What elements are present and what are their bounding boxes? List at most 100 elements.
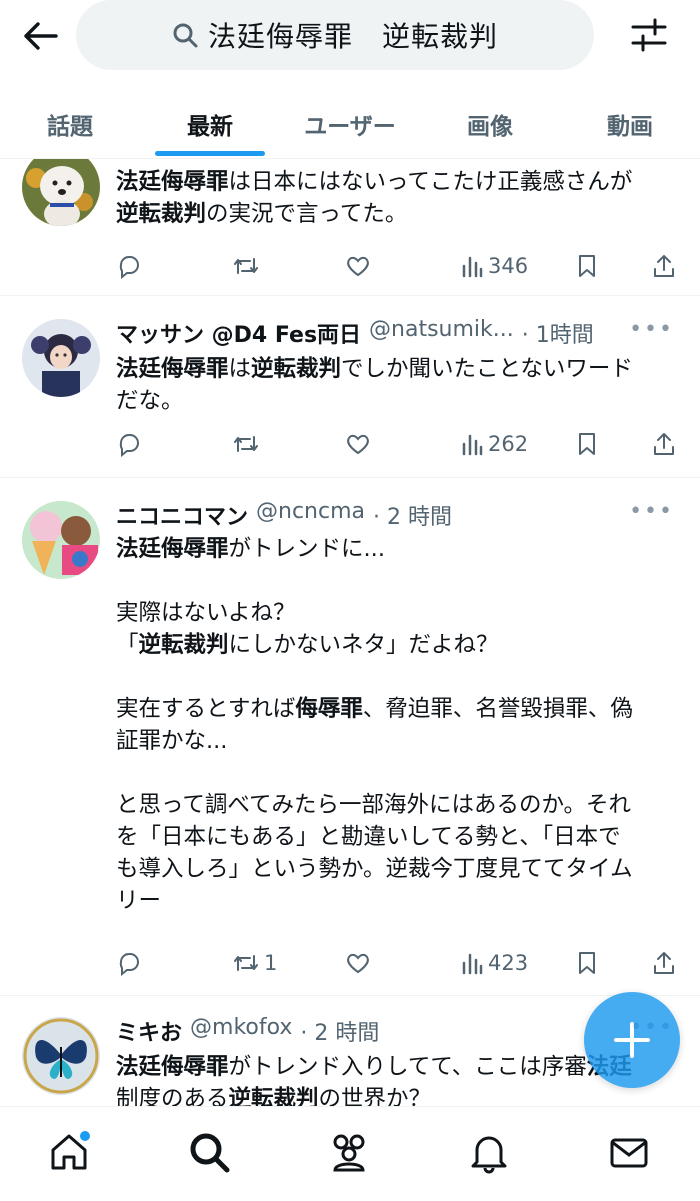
share-button[interactable]	[652, 250, 676, 282]
tab-label: 画像	[467, 114, 513, 140]
nav-home[interactable]	[44, 1127, 94, 1177]
heart-icon	[347, 953, 369, 974]
bookmark-button[interactable]	[576, 428, 598, 460]
search-filter-button[interactable]	[624, 12, 674, 58]
arrow-left-icon	[24, 22, 58, 50]
share-icon	[654, 255, 674, 277]
tweet-time[interactable]: · 2 時間	[373, 499, 452, 531]
views-button[interactable]: 262	[460, 428, 528, 460]
nav-notifications[interactable]	[464, 1127, 514, 1177]
reply-button[interactable]	[116, 250, 142, 282]
views-icon	[462, 953, 483, 975]
like-button[interactable]	[344, 428, 372, 460]
share-button[interactable]	[652, 428, 676, 460]
more-options-button[interactable]: •••	[629, 499, 674, 524]
nav-explore[interactable]	[184, 1127, 234, 1177]
user-handle[interactable]: @ncncma	[256, 499, 365, 531]
tweet[interactable]: ニコニコマン @ncncma · 2 時間 ••• 法廷侮辱罪がトレンドに...…	[0, 477, 700, 996]
like-button[interactable]	[344, 250, 372, 282]
highlighted-keyword: 逆転裁判	[251, 356, 342, 382]
retweet-button[interactable]	[232, 250, 260, 282]
tab-label: 動画	[607, 114, 653, 140]
search-icon	[173, 23, 198, 48]
back-button[interactable]	[18, 14, 62, 58]
retweet-icon	[234, 258, 258, 274]
tweet-actions: 1 423	[116, 947, 676, 979]
search-tabs: 話題 最新 ユーザー 画像 動画	[0, 92, 700, 156]
communities-icon	[333, 1134, 365, 1172]
user-name[interactable]: ニコニコマン	[116, 499, 248, 531]
reply-button[interactable]	[116, 428, 142, 460]
tab-images[interactable]: 画像	[420, 92, 560, 156]
avatar[interactable]	[22, 501, 100, 579]
retweet-icon	[234, 955, 258, 971]
share-icon	[654, 433, 674, 455]
user-name[interactable]: ミキお	[116, 1015, 182, 1047]
share-button[interactable]	[652, 947, 676, 979]
retweet-icon	[234, 436, 258, 452]
tweet-text: 法廷侮辱罪は逆転裁判でしか聞いたことないワード だな。	[116, 353, 686, 417]
user-handle[interactable]: @natsumik...	[369, 317, 514, 349]
tweet-text-run: の世界か？	[318, 1086, 432, 1106]
highlighted-keyword: 侮辱罪	[295, 696, 363, 722]
tweet-text: 法廷侮辱罪がトレンドに... 実際はないよね？ 「逆転裁判にしかないネタ」だよね…	[116, 533, 686, 917]
search-icon	[190, 1133, 230, 1173]
views-button[interactable]: 423	[460, 947, 528, 979]
user-handle[interactable]: @mkofox	[190, 1015, 292, 1047]
timeline-feed: 法廷侮辱罪は日本にはないってこたけ正義感さんが 逆転裁判の実況で言ってた。 34…	[0, 158, 700, 1106]
highlighted-keyword: 逆転裁判	[228, 1086, 319, 1106]
tab-topics[interactable]: 話題	[0, 92, 140, 156]
tweet-time[interactable]: · 1時間	[522, 317, 594, 349]
retweet-count: 1	[264, 951, 278, 975]
home-icon	[51, 1131, 90, 1170]
tab-users[interactable]: ユーザー	[280, 92, 420, 156]
nav-communities[interactable]	[324, 1127, 374, 1177]
highlighted-keyword: 逆転裁判	[138, 632, 229, 658]
avatar[interactable]	[22, 319, 100, 397]
highlighted-keyword: 法廷侮辱罪	[116, 356, 229, 382]
bookmark-button[interactable]	[576, 250, 598, 282]
user-name[interactable]: マッサン @D4 Fes両日	[116, 317, 361, 349]
views-icon	[462, 256, 483, 278]
views-count: 346	[488, 254, 529, 278]
top-header: 法廷侮辱罪 逆転裁判 話題 最新 ユーザー 画像 動画	[0, 0, 700, 159]
views-icon	[462, 434, 483, 456]
tweet[interactable]: 法廷侮辱罪は日本にはないってこたけ正義感さんが 逆転裁判の実況で言ってた。 34…	[0, 158, 700, 296]
compose-button[interactable]	[584, 992, 680, 1088]
reply-button[interactable]	[116, 947, 142, 979]
heart-icon	[347, 434, 369, 455]
tweet-text-run: は	[228, 356, 252, 382]
like-button[interactable]	[344, 947, 372, 979]
tab-latest[interactable]: 最新	[140, 92, 280, 156]
highlighted-keyword: 法廷侮辱罪	[116, 1054, 229, 1080]
tab-label: ユーザー	[304, 114, 396, 140]
plus-icon	[614, 1022, 650, 1058]
views-count: 262	[488, 432, 529, 456]
anime-avatar-image	[22, 319, 100, 397]
views-button[interactable]: 346	[460, 250, 528, 282]
tweet-text-run: 、脅迫罪、名誉毀損罪、偽 証罪かな... と思って調べてみたら一部海外にはあるの…	[116, 696, 633, 914]
bookmark-button[interactable]	[576, 947, 598, 979]
tweet[interactable]: マッサン @D4 Fes両日 @natsumik... · 1時間 ••• 法廷…	[0, 295, 700, 478]
tweet-text-run: がトレンド入りしてて、ここは序審	[228, 1054, 587, 1080]
nav-messages[interactable]	[604, 1127, 654, 1177]
avatar[interactable]	[22, 1017, 100, 1095]
avatar[interactable]	[22, 158, 100, 226]
tweet-text-run: 制度のある	[116, 1086, 229, 1106]
bookmark-icon	[579, 433, 595, 455]
more-options-button[interactable]: •••	[629, 317, 674, 342]
heart-icon	[347, 256, 369, 277]
dog-avatar-image	[22, 158, 100, 226]
tweet-text-run: は日本にはないってこたけ正義感さんが	[228, 169, 633, 195]
tweet-time[interactable]: · 2 時間	[300, 1015, 379, 1047]
retweet-button[interactable]: 1	[232, 947, 277, 979]
filter-sliders-icon	[631, 18, 667, 52]
highlighted-keyword: 法廷侮辱罪	[116, 536, 229, 562]
tab-videos[interactable]: 動画	[560, 92, 700, 156]
tweet-header: ミキお @mkofox · 2 時間	[116, 1015, 379, 1047]
retweet-button[interactable]	[232, 428, 260, 460]
butterfly-avatar-image	[22, 1017, 100, 1095]
search-query: 法廷侮辱罪 逆転裁判	[207, 20, 498, 53]
reply-icon	[119, 256, 139, 279]
search-input[interactable]: 法廷侮辱罪 逆転裁判	[76, 0, 594, 70]
